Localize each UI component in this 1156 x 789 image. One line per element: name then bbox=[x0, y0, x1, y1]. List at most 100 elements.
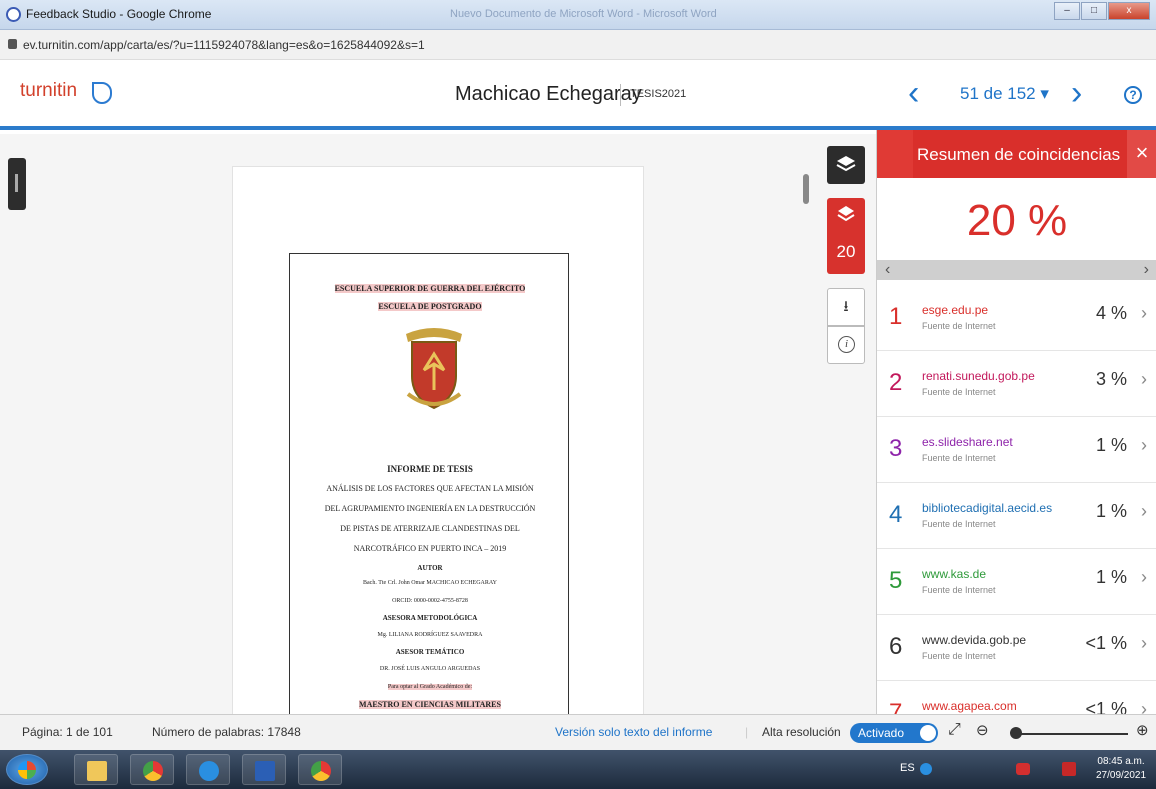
match-row[interactable]: 2 renati.sunedu.gob.pe Fuente de Internet 3… bbox=[877, 351, 1156, 417]
minimize-button[interactable]: – bbox=[1054, 2, 1080, 20]
taskbar-chrome-active[interactable] bbox=[298, 754, 342, 785]
taskbar-explorer[interactable] bbox=[74, 754, 118, 785]
match-source[interactable]: bibliotecadigital.aecid.es bbox=[922, 501, 1052, 515]
match-list: 1 esge.edu.pe Fuente de Internet 4 % › 2 renat… bbox=[877, 285, 1156, 714]
paper-position-dropdown[interactable]: 51 de 152 ▾ bbox=[960, 84, 1049, 104]
window-title: Feedback Studio - Google Chrome bbox=[26, 7, 212, 21]
doc-line-1: ESCUELA SUPERIOR DE GUERRA DEL EJÉRCITO bbox=[290, 284, 570, 293]
clock-date: 27/09/2021 bbox=[1096, 770, 1147, 781]
scroll-right-icon[interactable]: › bbox=[1144, 260, 1149, 280]
panel-header: Resumen de coincidencias × bbox=[877, 130, 1156, 178]
match-percentage: 1 % bbox=[1095, 435, 1127, 455]
high-resolution-label: Alta resolución bbox=[762, 725, 841, 739]
text-only-report-link[interactable]: Versión solo texto del informe bbox=[555, 725, 712, 739]
match-row[interactable]: 6 www.devida.gob.pe Fuente de Internet <1 %… bbox=[877, 615, 1156, 681]
download-button[interactable]: ⭳ bbox=[827, 288, 865, 326]
status-bar: Página: 1 de 101 Número de palabras: 178… bbox=[0, 714, 1156, 750]
match-row[interactable]: 1 esge.edu.pe Fuente de Internet 4 % › bbox=[877, 285, 1156, 351]
windows-logo-icon bbox=[18, 761, 36, 779]
url-text[interactable]: ev.turnitin.com/app/carta/es/?u=11159240… bbox=[23, 38, 425, 52]
chevron-right-icon[interactable]: › bbox=[1141, 501, 1147, 522]
doc-line-6: DE PISTAS DE ATERRIZAJE CLANDESTINAS DEL bbox=[340, 524, 520, 533]
match-row[interactable]: 7 www.agapea.com <1 % › bbox=[877, 681, 1156, 714]
doc-line-15-text: Para optar al Grado Académico de: bbox=[387, 684, 473, 690]
match-source[interactable]: www.devida.gob.pe bbox=[922, 633, 1026, 647]
turnitin-logo[interactable]: turnitin bbox=[20, 80, 77, 102]
word-count: Número de palabras: 17848 bbox=[152, 725, 301, 739]
doc-line-16: MAESTRO EN CIENCIAS MILITARES bbox=[290, 700, 570, 709]
similarity-score: 20 % bbox=[966, 196, 1068, 245]
zoom-slider-handle[interactable] bbox=[1010, 727, 1022, 739]
match-source[interactable]: www.agapea.com bbox=[922, 699, 1017, 713]
previous-paper-icon[interactable]: ‹ bbox=[908, 74, 919, 113]
chevron-right-icon[interactable]: › bbox=[1141, 435, 1147, 456]
doc-line-9: Bach. Tte Crl. John Omar MACHICAO ECHEGA… bbox=[363, 580, 497, 586]
language-indicator[interactable]: ES bbox=[900, 762, 915, 774]
tray-pdf-icon[interactable] bbox=[1062, 762, 1076, 776]
chevron-right-icon[interactable]: › bbox=[1141, 699, 1147, 714]
match-number: 2 bbox=[889, 369, 903, 396]
chevron-right-icon[interactable]: › bbox=[1141, 567, 1147, 588]
chevron-right-icon[interactable]: › bbox=[1141, 633, 1147, 654]
taskbar-internet-explorer[interactable] bbox=[186, 754, 230, 785]
zoom-in-icon[interactable]: ⊕ bbox=[1136, 721, 1149, 739]
doc-line-2: ESCUELA DE POSTGRADO bbox=[290, 302, 570, 311]
folder-icon bbox=[87, 761, 107, 781]
panel-scroll-strip[interactable]: ‹ › bbox=[877, 260, 1156, 280]
turnitin-logo-mark-icon bbox=[92, 82, 112, 104]
address-bar[interactable]: ev.turnitin.com/app/carta/es/?u=11159240… bbox=[0, 30, 1156, 60]
doc-line-12: Mg. LILIANA RODRÍGUEZ SAAVEDRA bbox=[377, 632, 483, 638]
side-drawer-handle[interactable] bbox=[8, 158, 26, 210]
next-paper-icon[interactable]: › bbox=[1071, 74, 1082, 113]
chrome-app-icon bbox=[6, 7, 21, 22]
start-button[interactable] bbox=[6, 754, 48, 785]
match-number: 3 bbox=[889, 435, 903, 462]
zoom-out-icon[interactable]: ⊖ bbox=[976, 721, 989, 739]
submission-info-button[interactable]: i bbox=[827, 326, 865, 364]
tray-security-icon[interactable] bbox=[1016, 763, 1030, 775]
maximize-button[interactable]: □ bbox=[1081, 2, 1107, 20]
scroll-left-icon[interactable]: ‹ bbox=[885, 260, 890, 280]
layers-icon bbox=[836, 156, 856, 172]
info-icon: i bbox=[838, 336, 855, 353]
window-titlebar: Feedback Studio - Google Chrome Nuevo Do… bbox=[0, 0, 1156, 30]
match-layers-icon bbox=[837, 206, 855, 222]
match-source[interactable]: renati.sunedu.gob.pe bbox=[922, 369, 1035, 383]
taskbar-word[interactable] bbox=[242, 754, 286, 785]
doc-line-4: ANÁLISIS DE LOS FACTORES QUE AFECTAN LA … bbox=[326, 484, 534, 493]
match-row[interactable]: 5 www.kas.de Fuente de Internet 1 % › bbox=[877, 549, 1156, 615]
match-overview-panel: Resumen de coincidencias × 20 % ‹ › 1 esg… bbox=[876, 130, 1156, 714]
document-title: Machicao Echegaray bbox=[455, 83, 642, 105]
document-page: ESCUELA SUPERIOR DE GUERRA DEL EJÉRCITO … bbox=[232, 166, 644, 733]
match-number: 5 bbox=[889, 567, 903, 594]
viewer-scrollbar[interactable] bbox=[803, 174, 809, 204]
high-resolution-toggle[interactable]: Activado bbox=[850, 723, 938, 743]
match-percentage: 1 % bbox=[1095, 501, 1127, 521]
layers-button[interactable] bbox=[827, 146, 865, 184]
internet-explorer-icon bbox=[199, 761, 219, 781]
close-window-button[interactable]: x bbox=[1108, 2, 1150, 20]
zoom-slider-track[interactable] bbox=[1012, 733, 1128, 735]
doc-line-7: NARCOTRÁFICO EN PUERTO INCA – 2019 bbox=[353, 544, 507, 553]
match-source[interactable]: esge.edu.pe bbox=[922, 303, 988, 317]
panel-title: Resumen de coincidencias bbox=[917, 145, 1121, 164]
match-overview-button[interactable]: 20 bbox=[827, 198, 865, 274]
chevron-right-icon[interactable]: › bbox=[1141, 369, 1147, 390]
match-row[interactable]: 3 es.slideshare.net Fuente de Internet 1 % › bbox=[877, 417, 1156, 483]
document-viewer[interactable]: ESCUELA SUPERIOR DE GUERRA DEL EJÉRCITO … bbox=[0, 134, 876, 733]
tray-app-icon[interactable] bbox=[920, 763, 932, 775]
match-source[interactable]: www.kas.de bbox=[922, 567, 986, 581]
match-count: 20 bbox=[836, 242, 856, 261]
taskbar-chrome[interactable] bbox=[130, 754, 174, 785]
system-clock[interactable]: 08:45 a.m. 27/09/2021 bbox=[1096, 755, 1146, 783]
download-icon: ⭳ bbox=[843, 298, 849, 315]
match-source[interactable]: es.slideshare.net bbox=[922, 435, 1013, 449]
match-source-type: Fuente de Internet bbox=[922, 585, 996, 595]
close-panel-icon[interactable]: × bbox=[1127, 130, 1156, 178]
help-icon[interactable]: ? bbox=[1124, 86, 1142, 104]
match-number: 7 bbox=[889, 699, 903, 714]
match-row[interactable]: 4 bibliotecadigital.aecid.es Fuente de Int… bbox=[877, 483, 1156, 549]
expand-icon[interactable]: ⤢ bbox=[948, 721, 961, 739]
chevron-right-icon[interactable]: › bbox=[1141, 303, 1147, 324]
match-percentage: 3 % bbox=[1095, 369, 1127, 389]
